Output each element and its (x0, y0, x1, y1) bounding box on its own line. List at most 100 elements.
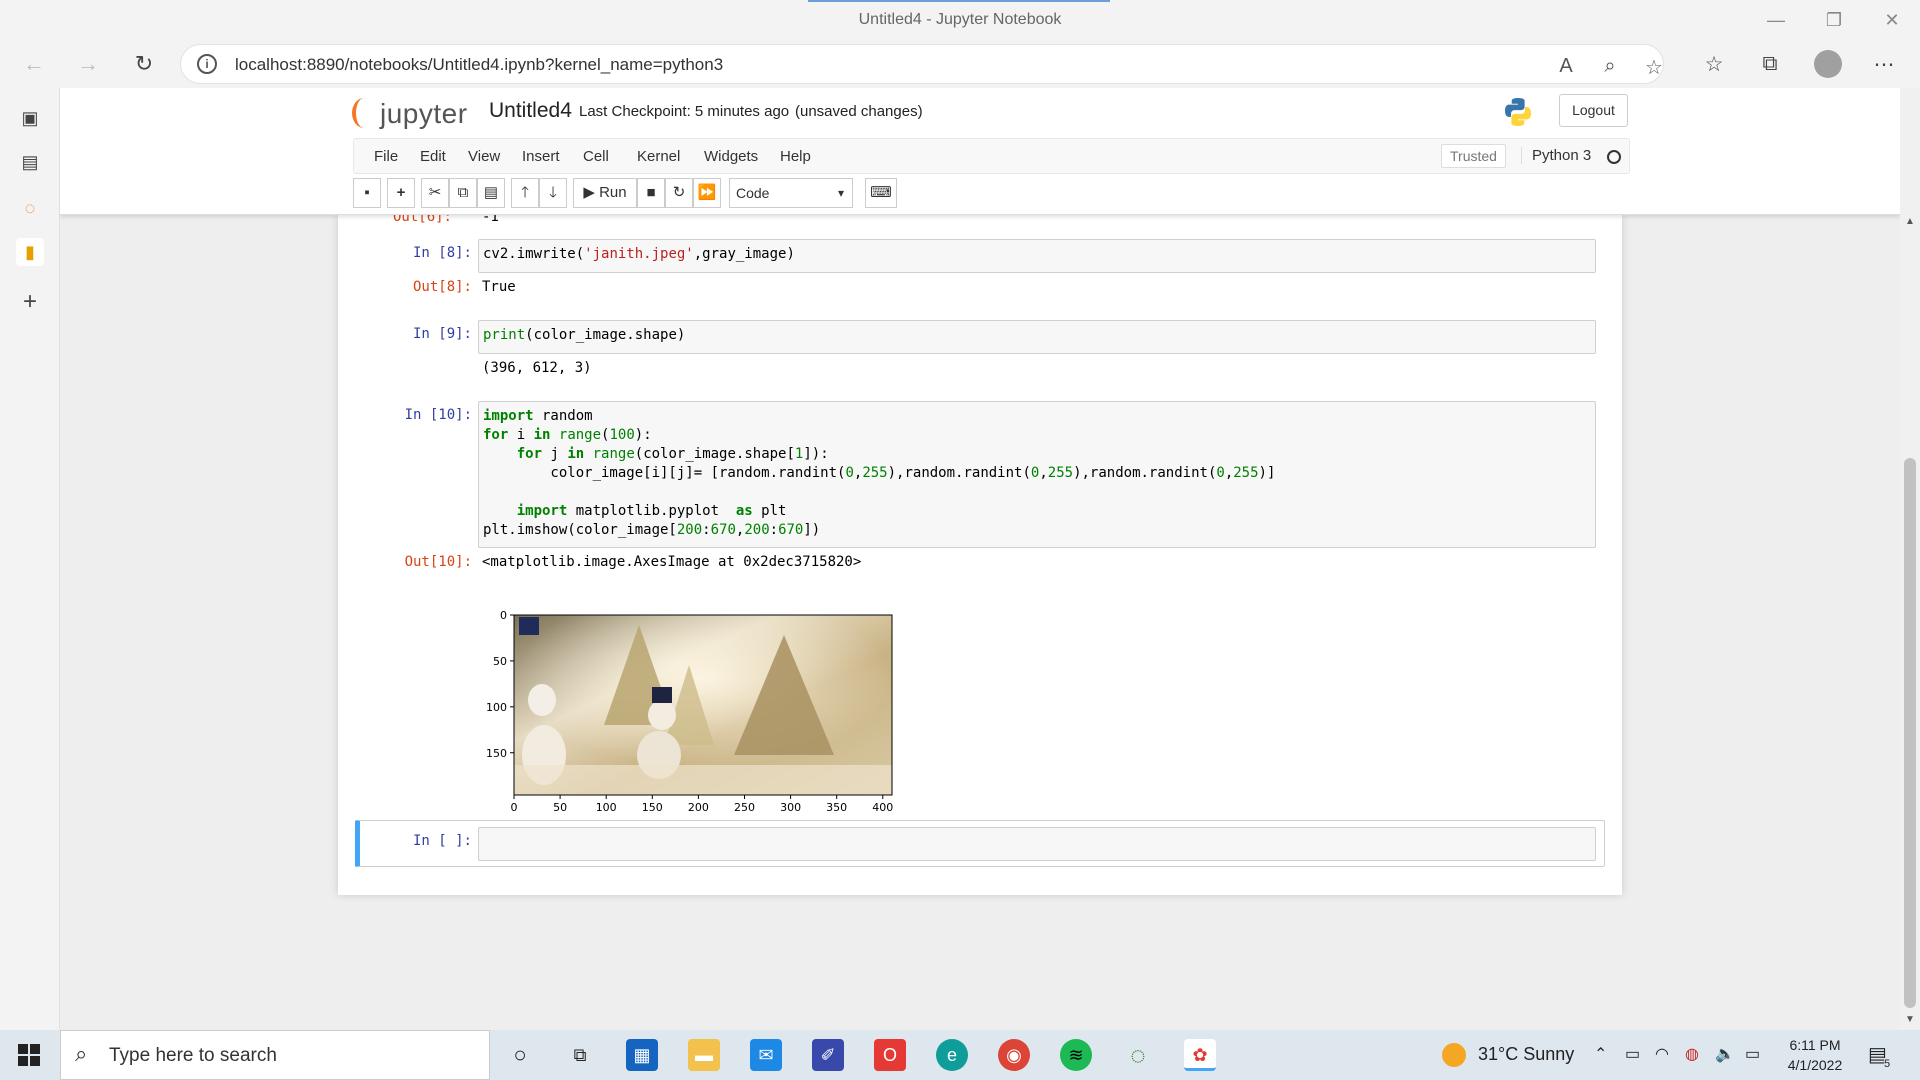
spotify-icon[interactable]: ≋ (1060, 1039, 1092, 1071)
page-content: jupyter Untitled4 Last Checkpoint: 5 min… (60, 88, 1900, 1030)
menu-cell[interactable]: Cell (583, 148, 609, 165)
favorite-add-icon[interactable]: ☆ (1641, 55, 1667, 80)
empty-code-input[interactable] (478, 827, 1596, 861)
menu-kernel[interactable]: Kernel (637, 148, 680, 165)
taskbar-clock[interactable]: 6:11 PM 4/1/2022 (1770, 1035, 1860, 1075)
chevron-down-icon: ▾ (837, 186, 844, 200)
trusted-indicator[interactable]: Trusted (1441, 144, 1506, 168)
more-options-icon[interactable]: ⋯ (1870, 52, 1898, 77)
x-tick-label: 250 (734, 801, 755, 814)
refresh-icon[interactable]: ↻ (130, 50, 158, 78)
edge-icon[interactable]: e (936, 1039, 968, 1071)
scroll-down-icon[interactable]: ▼ (1905, 1014, 1915, 1025)
y-tick-label: 100 (486, 701, 507, 714)
restart-icon[interactable]: ↻ (665, 178, 693, 208)
close-icon[interactable]: ✕ (1880, 8, 1904, 32)
python-logo-icon (1505, 98, 1531, 126)
paste-icon[interactable]: ▤ (477, 178, 505, 208)
logout-button[interactable]: Logout (1559, 94, 1628, 127)
scrollbar-thumb[interactable] (1904, 458, 1916, 1008)
wifi-icon[interactable]: ◠ (1655, 1044, 1669, 1064)
output-prompt: Out[8]: (412, 279, 472, 295)
code-text[interactable]: cv2.imwrite('janith.jpeg',gray_image) (479, 240, 1595, 269)
menu-widgets[interactable]: Widgets (704, 148, 758, 165)
zoom-icon[interactable]: ⌕ (1597, 55, 1623, 78)
code-cell-input[interactable]: import random for i in range(100): for j… (478, 401, 1596, 548)
app-icon[interactable]: ✐ (812, 1039, 844, 1071)
chrome-icon[interactable]: ◉ (998, 1039, 1030, 1071)
output-text: True (482, 279, 516, 295)
run-icon: ▶ (583, 184, 600, 201)
active-tab-indicator (808, 0, 1110, 2)
autosave-status: (unsaved changes) (795, 103, 923, 120)
workspaces-icon[interactable]: ▤ (16, 148, 44, 176)
x-tick-label: 400 (872, 801, 893, 814)
favorites-icon[interactable]: ☆ (1700, 52, 1728, 77)
menu-view[interactable]: View (468, 148, 500, 165)
notebook-name[interactable]: Untitled4 (489, 99, 572, 123)
clock-date: 4/1/2022 (1787, 1057, 1843, 1073)
code-cell-input[interactable]: print(color_image.shape) (478, 320, 1596, 354)
tab-actions-icon[interactable]: ▣ (16, 104, 44, 132)
meet-now-icon[interactable]: ▭ (1625, 1044, 1640, 1064)
add-tab-icon[interactable]: + (16, 288, 44, 316)
menu-insert[interactable]: Insert (522, 148, 560, 165)
notebook-tab-icon[interactable]: ▮ (16, 238, 44, 266)
taskbar-search-box[interactable]: ⌕ Type here to search (60, 1030, 490, 1080)
back-icon[interactable]: ← (20, 50, 48, 78)
app-ring-icon[interactable]: ◌ (1122, 1039, 1154, 1071)
move-down-icon[interactable]: 🡓 (539, 178, 567, 208)
office-icon[interactable]: O (874, 1039, 906, 1071)
notifications-count: 5 (1884, 1058, 1891, 1070)
run-button[interactable]: ▶ Run (573, 178, 637, 208)
restore-icon[interactable]: ❐ (1822, 8, 1846, 32)
cortana-icon[interactable]: ○ (504, 1039, 536, 1071)
move-up-icon[interactable]: 🡑 (511, 178, 539, 208)
page-scrollbar[interactable]: ▲ ▼ (1900, 88, 1920, 1030)
menu-file[interactable]: File (374, 148, 398, 165)
clock-time: 6:11 PM (1789, 1037, 1841, 1053)
cut-icon[interactable]: ✂ (421, 178, 449, 208)
weather-text[interactable]: 31°C Sunny (1478, 1044, 1574, 1065)
battery-icon[interactable]: ▭ (1745, 1044, 1760, 1064)
minimize-icon[interactable]: — (1764, 8, 1788, 32)
insert-cell-icon[interactable]: + (387, 178, 415, 208)
command-palette-icon[interactable]: ⌨ (865, 178, 897, 208)
menu-edit[interactable]: Edit (420, 148, 446, 165)
code-text[interactable]: print(color_image.shape) (479, 321, 1595, 350)
code-text[interactable]: import random for i in range(100): for j… (479, 402, 1595, 545)
mail-icon[interactable]: ✉ (750, 1039, 782, 1071)
windows-start-icon[interactable] (18, 1044, 40, 1066)
cell-type-select[interactable]: Code ▾ (729, 178, 853, 208)
y-axis-ticks: 0 50 100 150 (486, 609, 514, 760)
volume-icon[interactable]: 🔈 (1715, 1044, 1735, 1064)
save-icon[interactable]: ▪ (353, 178, 381, 208)
security-icon[interactable]: ◍ (1685, 1044, 1699, 1064)
forward-icon[interactable]: → (74, 50, 102, 78)
copy-icon[interactable]: ⧉ (449, 178, 477, 208)
code-cell-input[interactable]: cv2.imwrite('janith.jpeg',gray_image) (478, 239, 1596, 273)
restart-run-all-icon[interactable]: ⏩ (693, 178, 721, 208)
menu-help[interactable]: Help (780, 148, 811, 165)
show-hidden-icons-icon[interactable]: ⌃ (1594, 1044, 1607, 1064)
read-aloud-icon[interactable]: A (1553, 55, 1579, 78)
input-prompt: In [ ]: (412, 833, 472, 849)
interrupt-icon[interactable]: ■ (637, 178, 665, 208)
task-view-icon[interactable]: ⧉ (564, 1039, 596, 1071)
site-info-icon[interactable]: i (197, 54, 217, 74)
profile-avatar[interactable] (1814, 50, 1842, 78)
jupyter-tab-icon[interactable]: ◌ (16, 194, 44, 222)
store-icon[interactable]: ▦ (626, 1039, 658, 1071)
collections-icon[interactable]: ⧉ (1756, 52, 1784, 76)
windows-taskbar: ⌕ Type here to search ○ ⧉ ▦ ▬ ✉ ✐ O e ◉ … (0, 1030, 1920, 1080)
file-explorer-icon[interactable]: ▬ (688, 1039, 720, 1071)
paint-icon[interactable]: ✿ (1184, 1039, 1216, 1071)
input-prompt: In [9]: (412, 326, 472, 342)
address-bar[interactable]: i localhost:8890/notebooks/Untitled4.ipy… (180, 44, 1664, 84)
scroll-up-icon[interactable]: ▲ (1905, 216, 1915, 227)
x-tick-label: 100 (596, 801, 617, 814)
y-tick-label: 50 (493, 655, 507, 668)
kernel-name: Python 3 (1521, 147, 1591, 164)
output-text: <matplotlib.image.AxesImage at 0x2dec371… (482, 554, 862, 570)
y-tick-label: 150 (486, 747, 507, 760)
